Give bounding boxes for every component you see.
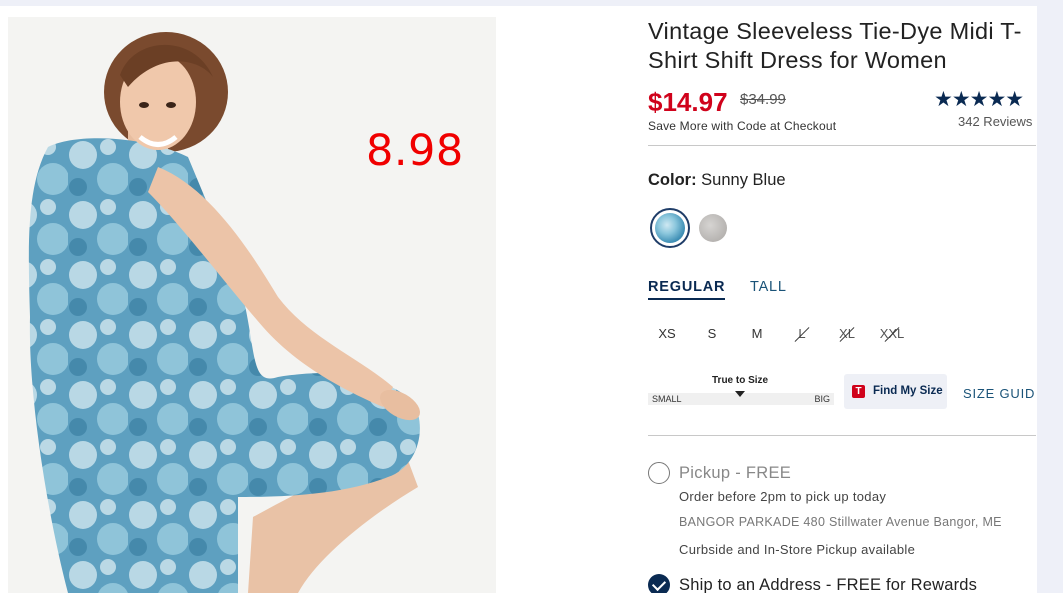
rating-stars-icon[interactable]: ★★★★★: [934, 87, 1024, 112]
size-m[interactable]: M: [739, 326, 775, 341]
fit-meter-caret-icon: [735, 391, 745, 397]
fit-meter: True to Size SMALL BIG: [648, 375, 834, 405]
ship-option[interactable]: Ship to an Address - FREE for Rewards: [648, 574, 1036, 593]
original-price: $34.99: [740, 91, 786, 108]
pickup-radio[interactable]: [648, 462, 670, 484]
ship-heading: Ship to an Address - FREE for Rewards: [679, 576, 978, 593]
color-label: Color:: [648, 171, 697, 189]
pickup-heading: Pickup - FREE: [679, 464, 792, 482]
size-xs[interactable]: XS: [649, 326, 685, 341]
price-annotation: 8.98: [366, 126, 464, 176]
find-my-size-button[interactable]: T Find My Size: [844, 374, 947, 409]
selected-color: Sunny Blue: [701, 171, 786, 189]
product-title: Vintage Sleeveless Tie-Dye Midi T-Shirt …: [648, 18, 1022, 73]
reviews-link[interactable]: 342 Reviews: [958, 114, 1032, 129]
divider: [648, 145, 1036, 146]
tab-tall[interactable]: TALL: [750, 279, 787, 295]
true-fit-icon: T: [852, 385, 865, 398]
price-row: $14.97 $34.99 Save More with Code at Che…: [648, 87, 1036, 135]
size-xl[interactable]: XL: [829, 326, 865, 341]
divider: [648, 435, 1036, 436]
product-image[interactable]: [8, 17, 496, 593]
pickup-store[interactable]: BANGOR PARKADE 480 Stillwater Avenue Ban…: [679, 515, 1002, 529]
fit-meter-small: SMALL: [652, 394, 682, 404]
product-details-panel: Vintage Sleeveless Tie-Dye Midi T-Shirt …: [648, 17, 1036, 593]
size-xxl[interactable]: XXL: [874, 326, 910, 341]
sale-price: $14.97: [648, 87, 728, 117]
ship-radio-checked[interactable]: [648, 574, 670, 593]
tab-regular[interactable]: REGULAR: [648, 279, 726, 300]
find-my-size-label: Find My Size: [873, 385, 943, 397]
fit-meter-big: BIG: [814, 394, 830, 404]
size-s[interactable]: S: [694, 326, 730, 341]
promo-text: Save More with Code at Checkout: [648, 119, 837, 133]
size-l[interactable]: L: [784, 326, 820, 341]
swatch-sunny-blue-fill: [655, 213, 685, 243]
size-guide-link[interactable]: SIZE GUIDE: [963, 386, 1036, 401]
swatch-sunny-blue[interactable]: [650, 208, 690, 248]
swatch-grey[interactable]: [699, 214, 727, 242]
pickup-availability: Curbside and In-Store Pickup available: [679, 542, 916, 557]
color-label-row: Color: Sunny Blue: [648, 171, 786, 190]
pickup-cutoff: Order before 2pm to pick up today: [679, 489, 887, 504]
size-selector: XS S M L XL XXL: [648, 322, 1036, 348]
fit-meter-label: True to Size: [712, 375, 769, 386]
dress-model-illustration: [8, 17, 496, 593]
